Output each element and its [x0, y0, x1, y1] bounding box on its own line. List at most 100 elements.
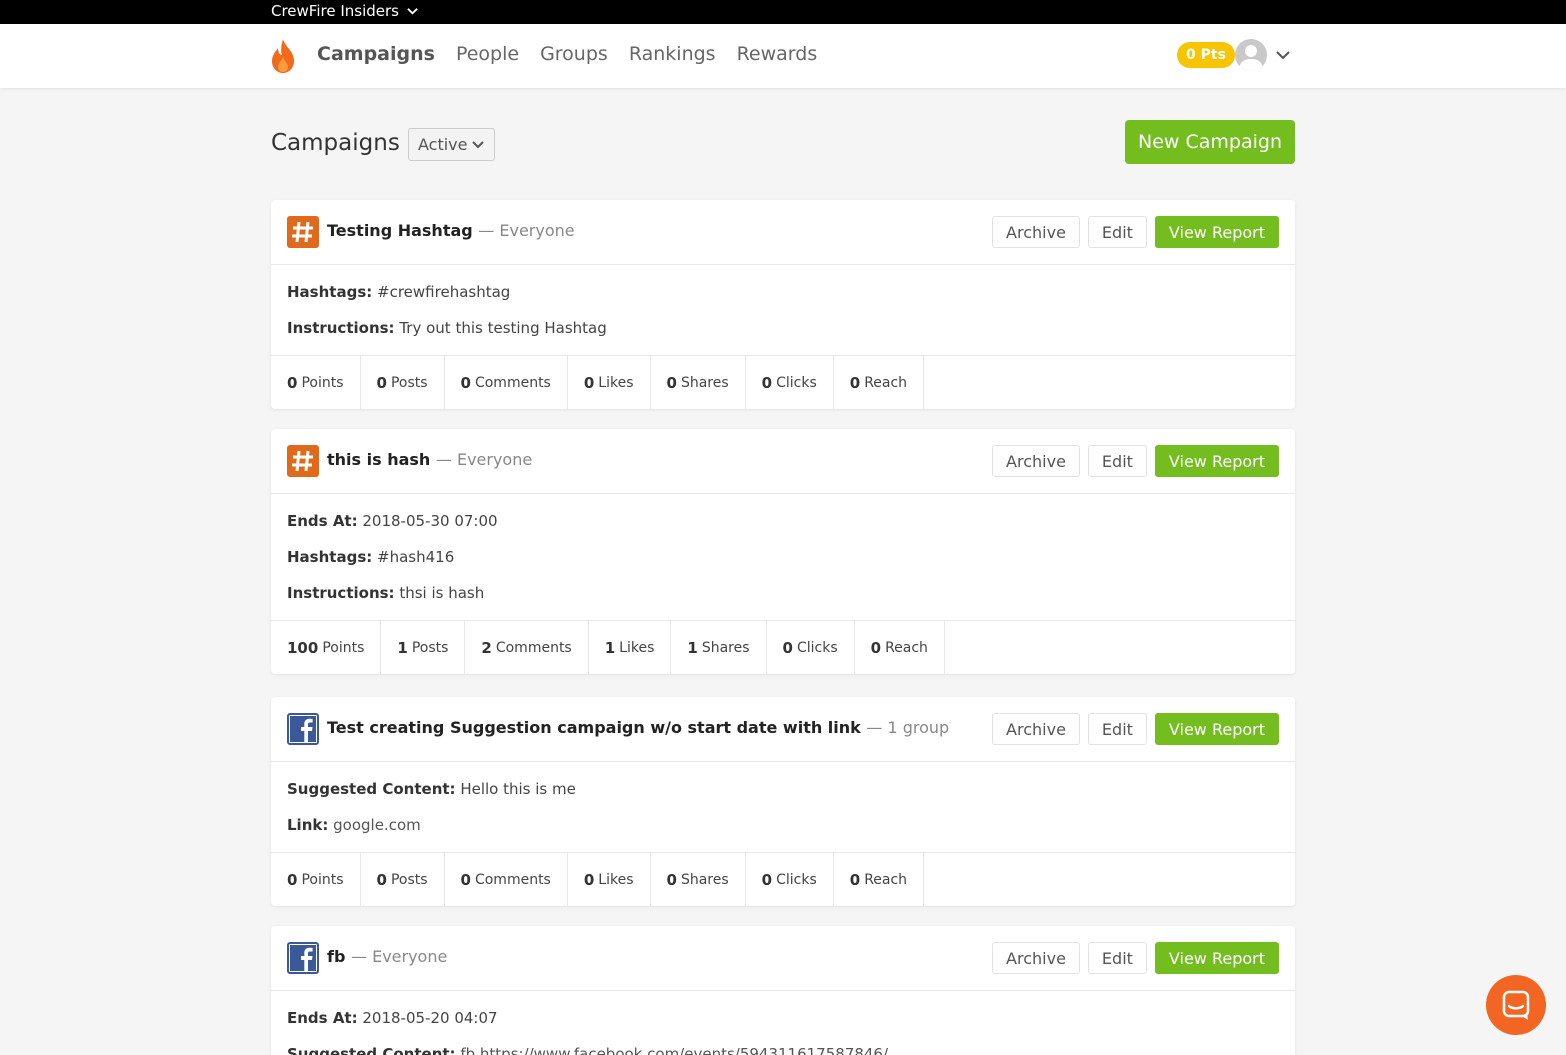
stat-comments: 2 Comments — [465, 621, 589, 674]
flame-logo-icon[interactable] — [269, 38, 297, 74]
stat-points: 100 Points — [271, 621, 382, 674]
facebook-icon — [287, 942, 319, 974]
archive-button[interactable]: Archive — [992, 216, 1080, 248]
org-switcher[interactable]: CrewFire Insiders — [271, 2, 418, 20]
campaign-card: this is hash — Everyone Archive Edit Vie… — [271, 429, 1295, 674]
chevron-down-icon — [407, 7, 418, 15]
detail-label: Link: — [287, 816, 329, 834]
stat-comments: 0 Comments — [445, 853, 568, 906]
edit-button[interactable]: Edit — [1087, 445, 1147, 477]
campaign-audience: — Everyone — [435, 450, 533, 469]
campaign-actions: Archive Edit View Report — [992, 216, 1279, 248]
detail-row: Hashtags: #crewfirehashtag — [287, 283, 1279, 301]
detail-label: Hashtags: — [287, 283, 373, 301]
detail-value: #hash416 — [377, 548, 455, 566]
chat-launcher-button[interactable] — [1486, 975, 1546, 1035]
campaign-title[interactable]: fb — Everyone — [327, 947, 447, 966]
nav-campaigns[interactable]: Campaigns — [317, 43, 435, 65]
stat-likes: 0 Likes — [568, 853, 651, 906]
view-report-button[interactable]: View Report — [1154, 216, 1279, 248]
stat-clicks: 0 Clicks — [767, 621, 855, 674]
nav-groups[interactable]: Groups — [540, 43, 608, 65]
detail-link[interactable]: fb https://www.facebook.com/events/59431… — [460, 1045, 888, 1055]
facebook-icon — [287, 713, 319, 745]
stat-reach: 0 Reach — [855, 621, 945, 674]
detail-row: Instructions: thsi is hash — [287, 584, 1279, 602]
chevron-down-icon — [472, 141, 484, 149]
campaign-details: Hashtags: #crewfirehashtag Instructions:… — [271, 265, 1295, 355]
campaign-title[interactable]: Testing Hashtag — Everyone — [327, 221, 575, 240]
campaign-header: Test creating Suggestion campaign w/o st… — [271, 697, 1295, 762]
stat-posts: 0 Posts — [361, 853, 445, 906]
campaign-stats: 0 Points 0 Posts 0 Comments 0 Likes 0 Shares … — [271, 355, 1295, 409]
campaign-name: fb — [327, 947, 346, 966]
view-report-button[interactable]: View Report — [1154, 942, 1279, 974]
stat-clicks: 0 Clicks — [746, 356, 834, 409]
status-filter-select[interactable]: Active — [408, 128, 495, 161]
detail-row: Suggested Content: Hello this is me — [287, 780, 1279, 798]
edit-button[interactable]: Edit — [1087, 713, 1147, 745]
stat-points: 0 Points — [271, 356, 361, 409]
stat-shares: 0 Shares — [651, 356, 746, 409]
campaign-name: Testing Hashtag — [327, 221, 473, 240]
view-report-button[interactable]: View Report — [1154, 713, 1279, 745]
nav-people[interactable]: People — [456, 43, 519, 65]
chat-bubble-icon — [1502, 990, 1530, 1020]
main-navbar: Campaigns People Groups Rankings Rewards — [0, 24, 1566, 88]
stat-likes: 0 Likes — [568, 356, 651, 409]
detail-row: Hashtags: #hash416 — [287, 548, 1279, 566]
campaign-name: Test creating Suggestion campaign w/o st… — [327, 718, 861, 737]
campaign-actions: Archive Edit View Report — [992, 445, 1279, 477]
nav-rankings[interactable]: Rankings — [629, 43, 716, 65]
archive-button[interactable]: Archive — [992, 942, 1080, 974]
hashtag-icon — [287, 445, 319, 477]
edit-button[interactable]: Edit — [1087, 942, 1147, 974]
org-bar: CrewFire Insiders — [0, 0, 1566, 24]
stat-points: 0 Points — [271, 853, 361, 906]
stat-reach: 0 Reach — [834, 853, 925, 906]
campaign-header: Testing Hashtag — Everyone Archive Edit … — [271, 200, 1295, 265]
archive-button[interactable]: Archive — [992, 445, 1080, 477]
user-menu-chevron-icon[interactable] — [1276, 49, 1290, 61]
detail-link[interactable]: google.com — [333, 816, 421, 834]
detail-label: Ends At: — [287, 512, 358, 530]
campaign-details: Ends At: 2018-05-20 04:07 Suggested Cont… — [271, 991, 1295, 1055]
detail-label: Ends At: — [287, 1009, 358, 1027]
detail-label: Instructions: — [287, 319, 395, 337]
campaign-stats: 100 Points 1 Posts 2 Comments 1 Likes 1 Share… — [271, 620, 1295, 674]
detail-value: 2018-05-30 07:00 — [362, 512, 498, 530]
view-report-button[interactable]: View Report — [1154, 445, 1279, 477]
detail-label: Hashtags: — [287, 548, 373, 566]
stat-likes: 1 Likes — [589, 621, 672, 674]
detail-label: Suggested Content: — [287, 1045, 456, 1055]
campaign-title[interactable]: Test creating Suggestion campaign w/o st… — [327, 718, 949, 737]
detail-label: Suggested Content: — [287, 780, 456, 798]
archive-button[interactable]: Archive — [992, 713, 1080, 745]
detail-row: Instructions: Try out this testing Hasht… — [287, 319, 1279, 337]
detail-row: Link: google.com — [287, 816, 1279, 834]
campaign-card: fb — Everyone Archive Edit View Report E… — [271, 926, 1295, 1055]
stat-reach: 0 Reach — [834, 356, 925, 409]
user-avatar[interactable] — [1235, 39, 1267, 71]
stat-clicks: 0 Clicks — [746, 853, 834, 906]
detail-value: #crewfirehashtag — [377, 283, 511, 301]
stat-shares: 0 Shares — [651, 853, 746, 906]
new-campaign-button[interactable]: New Campaign — [1125, 120, 1295, 164]
nav-rewards[interactable]: Rewards — [737, 43, 818, 65]
campaign-stats: 0 Points 0 Posts 0 Comments 0 Likes 0 Shares … — [271, 852, 1295, 906]
edit-button[interactable]: Edit — [1087, 216, 1147, 248]
stat-shares: 1 Shares — [671, 621, 767, 674]
campaign-name: this is hash — [327, 450, 431, 469]
stat-posts: 0 Posts — [361, 356, 445, 409]
campaign-details: Ends At: 2018-05-30 07:00 Hashtags: #has… — [271, 494, 1295, 620]
campaign-actions: Archive Edit View Report — [992, 713, 1279, 745]
stat-comments: 0 Comments — [445, 356, 568, 409]
campaign-audience: — 1 group — [866, 718, 950, 737]
detail-value: 2018-05-20 04:07 — [362, 1009, 498, 1027]
campaign-header: this is hash — Everyone Archive Edit Vie… — [271, 429, 1295, 494]
detail-value: thsi is hash — [399, 584, 485, 602]
campaign-title[interactable]: this is hash — Everyone — [327, 450, 532, 469]
main-nav: Campaigns People Groups Rankings Rewards — [317, 43, 817, 65]
campaign-header: fb — Everyone Archive Edit View Report — [271, 926, 1295, 991]
detail-value: Try out this testing Hashtag — [399, 319, 607, 337]
